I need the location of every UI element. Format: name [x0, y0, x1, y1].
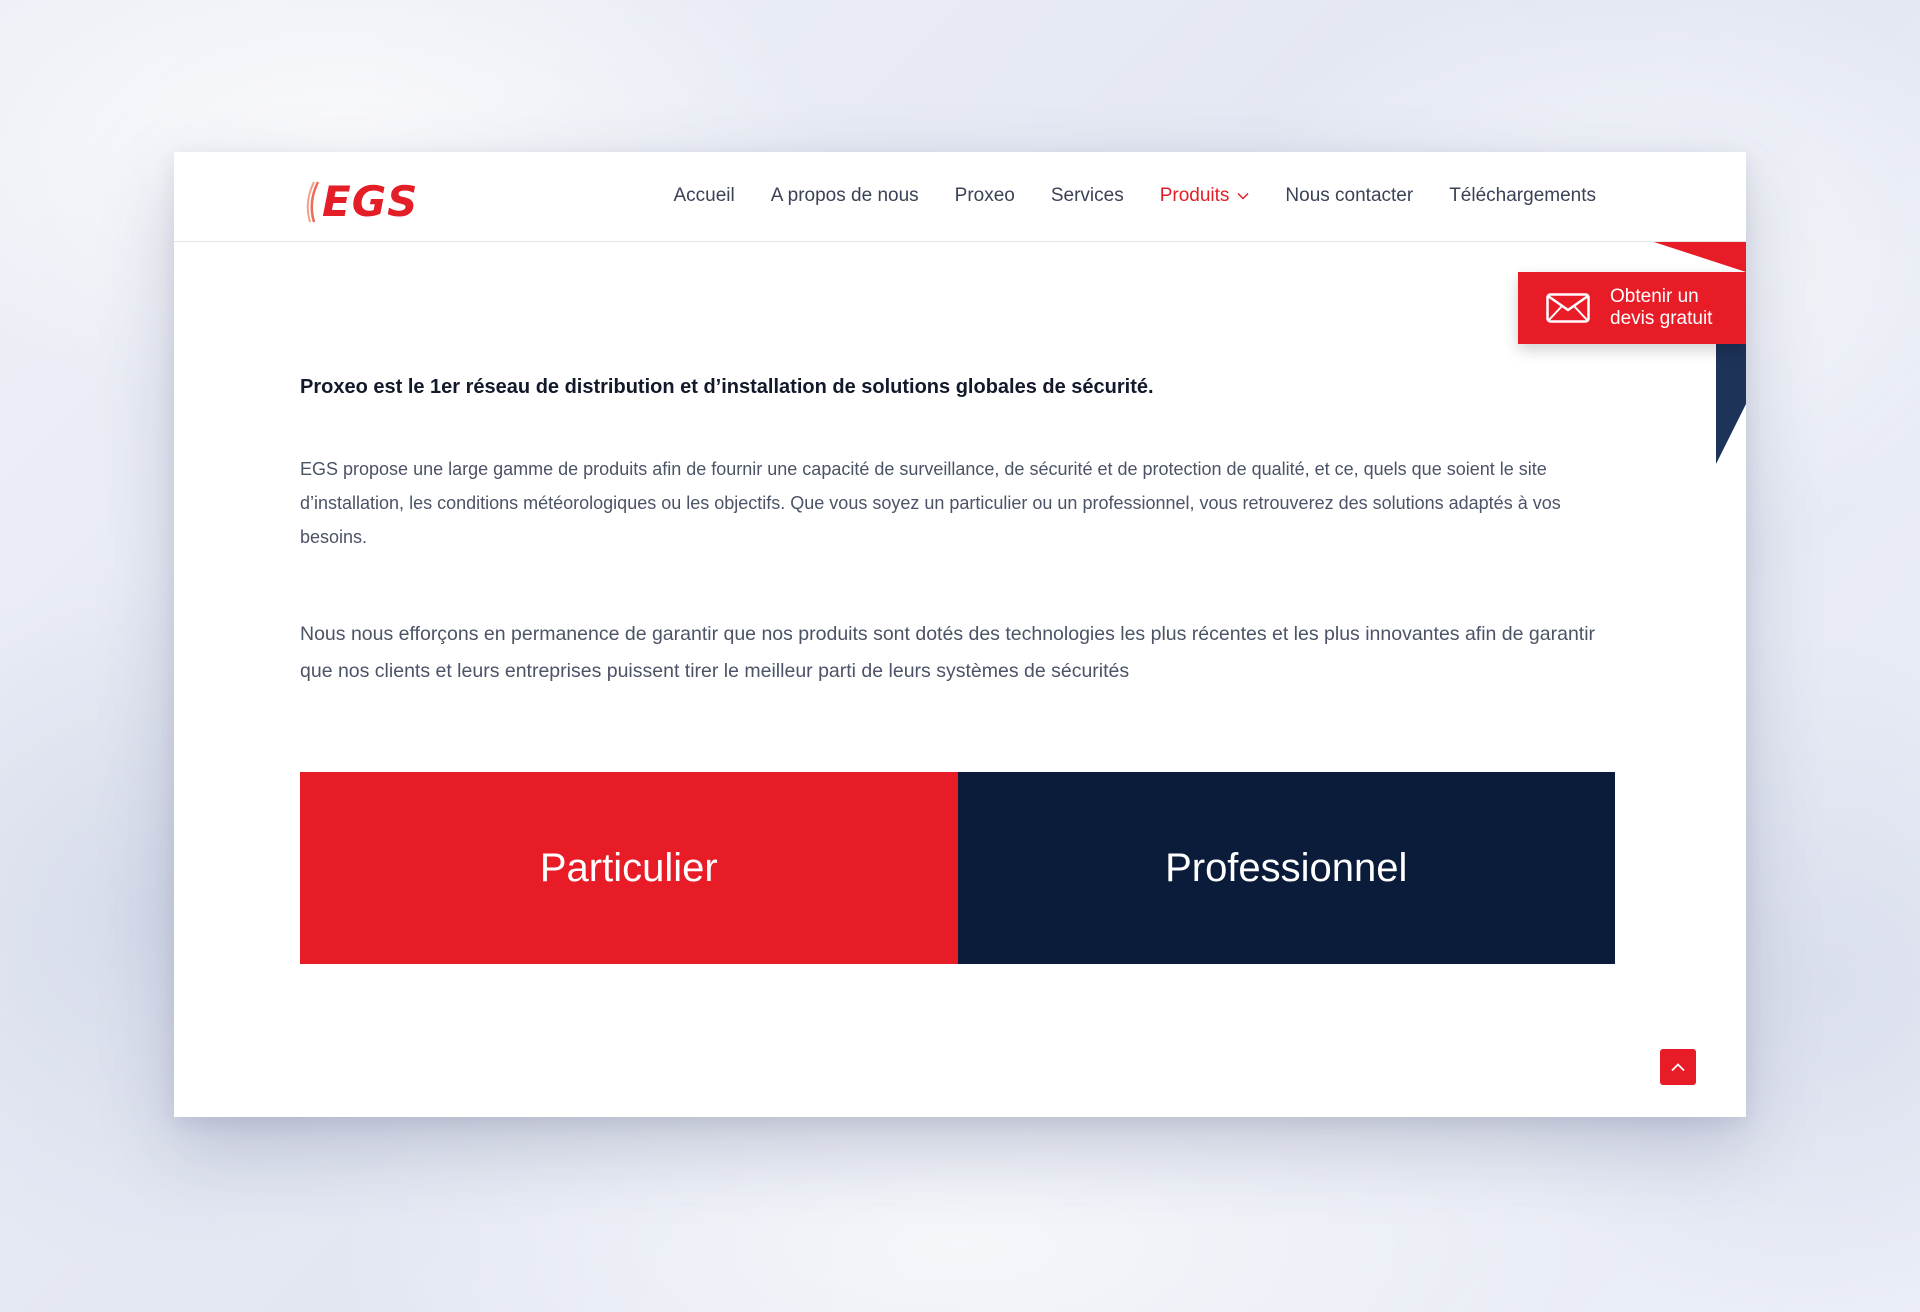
nav-label: Produits	[1159, 185, 1230, 206]
card-professionnel[interactable]: Professionnel	[957, 772, 1615, 964]
site-header: EGS Accueil A propos de nous Proxeo Serv…	[174, 152, 1746, 242]
nav-services[interactable]: Services	[1051, 185, 1124, 207]
nav-a-propos[interactable]: A propos de nous	[771, 185, 919, 207]
nav-label: Téléchargements	[1449, 185, 1596, 206]
chevron-down-icon	[1237, 192, 1249, 200]
nav-telechargements[interactable]: Téléchargements	[1449, 185, 1596, 207]
logo-speed-lines-icon	[306, 181, 320, 223]
card-label: Particulier	[539, 845, 718, 890]
main-nav: Accueil A propos de nous Proxeo Services…	[674, 152, 1597, 240]
egs-logo[interactable]: EGS	[300, 178, 440, 226]
nav-label: Services	[1050, 185, 1124, 206]
card-particulier[interactable]: Particulier	[300, 772, 958, 964]
lead-text: Proxeo est le 1er réseau de distribution…	[300, 376, 1154, 398]
nav-proxeo[interactable]: Proxeo	[955, 185, 1015, 207]
nav-nous-contacter[interactable]: Nous contacter	[1285, 185, 1413, 207]
scroll-to-top-button[interactable]	[1660, 1049, 1696, 1085]
quote-label: Obtenir un devis gratuit	[1610, 286, 1740, 330]
nav-label: Proxeo	[954, 185, 1015, 206]
chevron-up-icon	[1671, 1063, 1685, 1072]
nav-produits[interactable]: Produits	[1160, 185, 1250, 207]
quote-label-line1: Obtenir un	[1610, 286, 1699, 307]
nav-label: A propos de nous	[770, 185, 919, 206]
customer-type-cards: Particulier Professionnel	[300, 772, 1615, 964]
envelope-icon	[1546, 293, 1590, 323]
nav-label: Accueil	[673, 185, 735, 206]
intro-paragraph: EGS propose une large gamme de produits …	[300, 459, 1561, 547]
card-label: Professionnel	[1165, 845, 1408, 890]
nav-accueil[interactable]: Accueil	[674, 185, 735, 207]
logo-text: EGS	[322, 177, 419, 226]
quote-label-line2: devis gratuit	[1610, 308, 1713, 329]
commitment-paragraph: Nous nous efforçons en permanence de gar…	[300, 623, 1596, 682]
nav-label: Nous contacter	[1285, 185, 1414, 206]
browser-page: EGS Accueil A propos de nous Proxeo Serv…	[174, 152, 1746, 1117]
quote-request-button[interactable]: Obtenir un devis gratuit	[1518, 272, 1746, 344]
